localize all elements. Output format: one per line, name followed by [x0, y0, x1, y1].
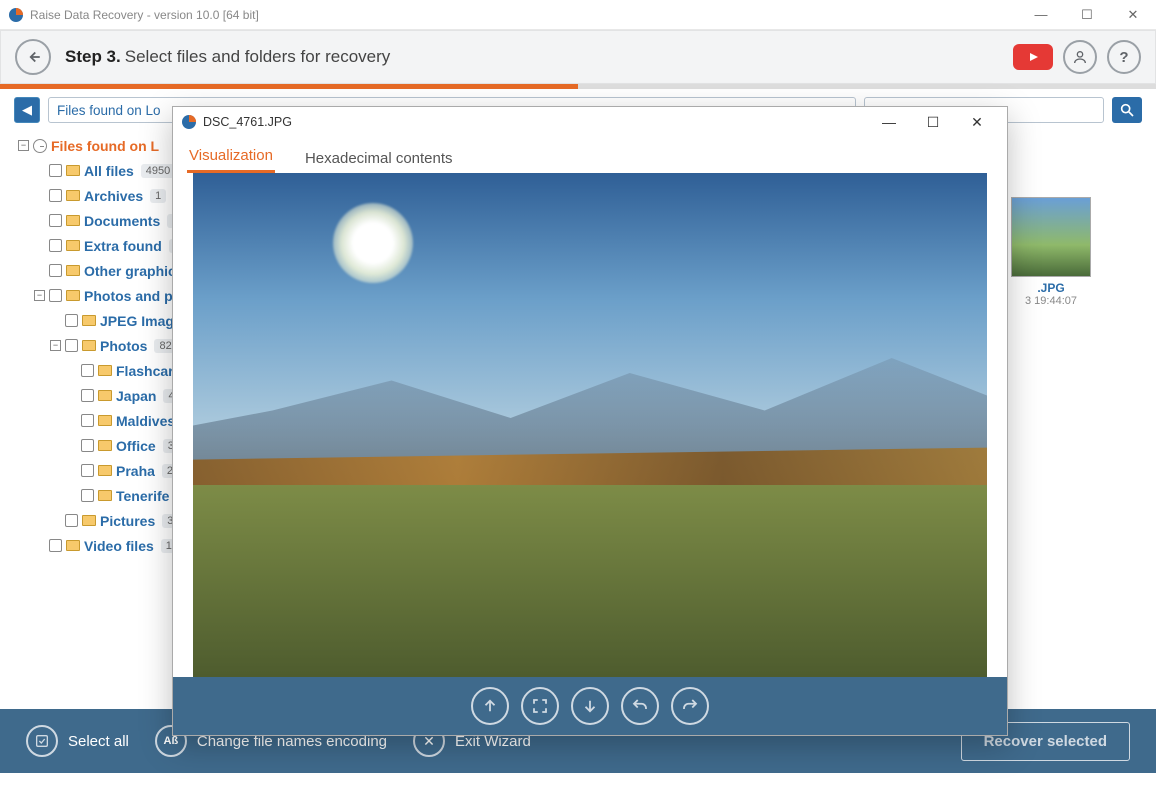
search-button[interactable] — [1112, 97, 1142, 123]
preview-close-button[interactable]: ✕ — [955, 108, 999, 136]
nav-back-square-button[interactable]: ◀ — [14, 97, 40, 123]
folder-icon — [66, 240, 80, 251]
account-button[interactable] — [1063, 40, 1097, 74]
folder-icon — [82, 515, 96, 526]
folder-icon — [98, 365, 112, 376]
arrow-up-button[interactable] — [471, 687, 509, 725]
window-title: Raise Data Recovery - version 10.0 [64 b… — [30, 8, 259, 22]
tab-visualization[interactable]: Visualization — [187, 141, 275, 173]
preview-tabs: Visualization Hexadecimal contents — [173, 137, 1007, 173]
arrow-down-button[interactable] — [571, 687, 609, 725]
youtube-help-button[interactable] — [1013, 44, 1053, 70]
window-maximize-button[interactable]: ☐ — [1064, 0, 1110, 30]
app-logo-icon — [8, 7, 24, 23]
folder-icon — [98, 465, 112, 476]
file-timestamp: 3 19:44:07 — [996, 295, 1106, 307]
folder-icon — [98, 415, 112, 426]
folder-icon — [98, 440, 112, 451]
help-button[interactable]: ? — [1107, 40, 1141, 74]
tab-hexadecimal[interactable]: Hexadecimal contents — [303, 144, 455, 173]
folder-icon — [66, 540, 80, 551]
folder-icon — [82, 340, 96, 351]
thumbnail-image-icon — [1011, 197, 1091, 277]
app-logo-icon — [181, 114, 197, 130]
file-thumbnail[interactable]: .JPG 3 19:44:07 — [996, 197, 1106, 307]
preview-maximize-button[interactable]: ☐ — [911, 108, 955, 136]
wizard-progress — [0, 84, 1156, 89]
file-name: .JPG — [996, 281, 1106, 295]
preview-toolbar — [173, 677, 1007, 735]
preview-minimize-button[interactable]: — — [867, 108, 911, 136]
preview-window: DSC_4761.JPG — ☐ ✕ Visualization Hexadec… — [172, 106, 1008, 736]
fullscreen-button[interactable] — [521, 687, 559, 725]
window-titlebar: Raise Data Recovery - version 10.0 [64 b… — [0, 0, 1156, 30]
window-minimize-button[interactable]: — — [1018, 0, 1064, 30]
step-header: Step 3.Select files and folders for reco… — [0, 30, 1156, 84]
select-all-button[interactable]: Select all — [26, 725, 129, 757]
preview-title: DSC_4761.JPG — [203, 115, 292, 129]
folder-icon — [66, 290, 80, 301]
folder-icon — [66, 265, 80, 276]
preview-image — [193, 173, 987, 677]
window-close-button[interactable]: ✕ — [1110, 0, 1156, 30]
folder-icon — [66, 190, 80, 201]
back-button[interactable] — [15, 39, 51, 75]
folder-icon — [66, 165, 80, 176]
folder-icon — [98, 490, 112, 501]
folder-icon — [82, 315, 96, 326]
preview-titlebar: DSC_4761.JPG — ☐ ✕ — [173, 107, 1007, 137]
folder-icon — [66, 215, 80, 226]
clock-icon — [33, 139, 47, 153]
undo-button[interactable] — [621, 687, 659, 725]
redo-button[interactable] — [671, 687, 709, 725]
step-title: Step 3.Select files and folders for reco… — [65, 47, 390, 67]
folder-icon — [98, 390, 112, 401]
select-all-icon — [26, 725, 58, 757]
